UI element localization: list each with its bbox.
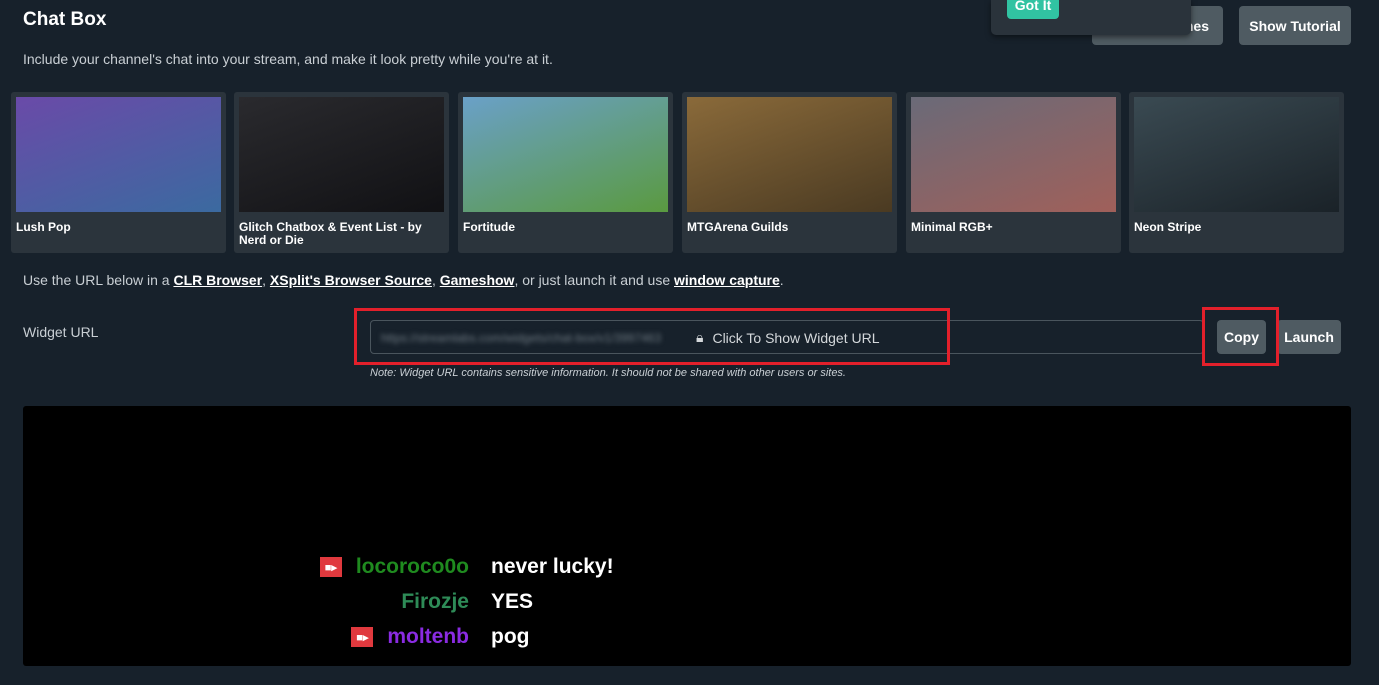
text: . <box>779 272 784 288</box>
video-camera-badge-icon: ■▸ <box>351 627 374 647</box>
chat-message: ■▸ locoroco0o <box>319 555 480 579</box>
text: , or just launch it and use <box>514 272 674 288</box>
xsplit-link[interactable]: XSplit's Browser Source <box>270 272 432 288</box>
theme-thumbnail <box>1134 97 1339 212</box>
highlight-box-url <box>354 308 950 365</box>
chat-message: Firozje <box>401 590 480 614</box>
widget-url-label: Widget URL <box>23 324 99 340</box>
theme-label: Glitch Chatbox & Event List - by Nerd or… <box>239 220 422 247</box>
chat-username: Firozje <box>401 590 469 613</box>
theme-card[interactable]: Fortitude <box>458 92 673 253</box>
got-it-button[interactable]: Got It <box>1007 0 1059 19</box>
theme-thumbnail <box>911 97 1116 212</box>
theme-label: Lush Pop <box>16 220 71 234</box>
window-capture-link[interactable]: window capture <box>674 272 780 288</box>
theme-thumbnail <box>16 97 221 212</box>
highlight-box-copy <box>1202 307 1279 366</box>
show-tutorial-button[interactable]: Show Tutorial <box>1239 6 1351 45</box>
theme-card[interactable]: Neon Stripe <box>1129 92 1344 253</box>
tutorial-popup: Got It <box>991 0 1191 35</box>
theme-thumbnail <box>239 97 444 212</box>
chat-text: pog <box>491 625 530 648</box>
launch-button[interactable]: Launch <box>1277 320 1341 354</box>
theme-thumbnail <box>463 97 668 212</box>
chat-text: never lucky! <box>491 555 614 578</box>
chat-preview <box>23 406 1351 666</box>
chat-message: ■▸ moltenb <box>351 625 480 649</box>
theme-label: Fortitude <box>463 220 515 234</box>
theme-card[interactable]: MTGArena Guilds <box>682 92 897 253</box>
chat-username: moltenb <box>387 625 469 648</box>
theme-label: Minimal RGB+ <box>911 220 993 234</box>
chat-username: locoroco0o <box>355 555 469 578</box>
theme-thumbnail <box>687 97 892 212</box>
widget-url-note: Note: Widget URL contains sensitive info… <box>370 367 846 379</box>
text: , <box>431 272 440 288</box>
url-instructions: Use the URL below in a CLR Browser, XSpl… <box>23 272 784 288</box>
theme-card[interactable]: Glitch Chatbox & Event List - by Nerd or… <box>234 92 449 253</box>
text: Use the URL below in a <box>23 272 174 288</box>
clr-browser-link[interactable]: CLR Browser <box>173 272 262 288</box>
theme-label: MTGArena Guilds <box>687 220 789 234</box>
theme-card[interactable]: Lush Pop <box>11 92 226 253</box>
page-subtitle: Include your channel's chat into your st… <box>23 51 553 67</box>
text: , <box>262 272 270 288</box>
video-camera-badge-icon: ■▸ <box>319 557 342 577</box>
gameshow-link[interactable]: Gameshow <box>440 272 515 288</box>
chat-text: YES <box>491 590 534 613</box>
theme-label: Neon Stripe <box>1134 220 1202 234</box>
page-title: Chat Box <box>23 9 107 30</box>
theme-card[interactable]: Minimal RGB+ <box>906 92 1121 253</box>
